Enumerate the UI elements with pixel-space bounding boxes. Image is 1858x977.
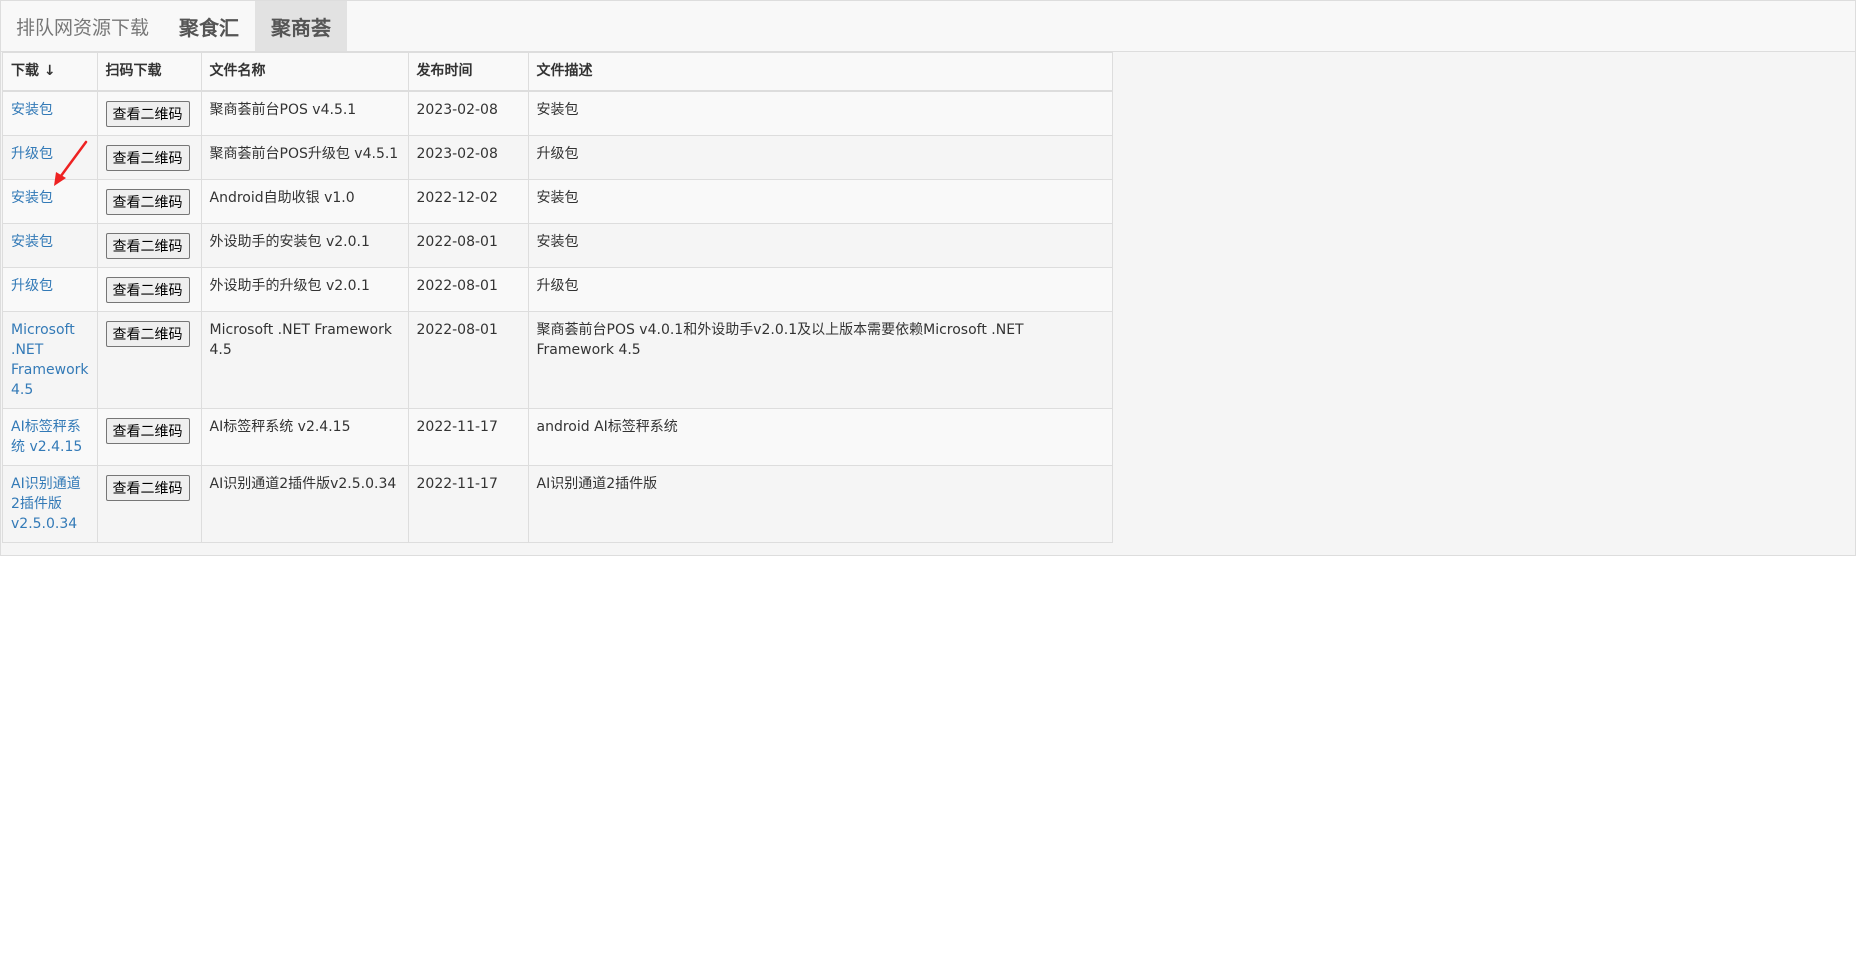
- cell-date: 2023-02-08: [407, 90, 529, 136]
- download-link[interactable]: Microsoft .NET Framework 4.5: [11, 322, 89, 398]
- header-download[interactable]: 下载 ↓: [2, 52, 98, 92]
- view-qr-button[interactable]: 查看二维码: [105, 474, 190, 501]
- cell-name: AI标签秤系统 v2.4.15: [200, 407, 409, 466]
- view-qr-button[interactable]: 查看二维码: [105, 100, 190, 127]
- cell-date: 2022-08-01: [407, 266, 529, 312]
- cell-date: 2022-12-02: [407, 178, 529, 224]
- header-name: 文件名称: [200, 52, 409, 92]
- cell-date: 2022-11-17: [407, 407, 529, 466]
- cell-qr: 查看二维码: [96, 464, 202, 543]
- cell-download: 升级包: [2, 266, 98, 312]
- cell-name: 聚商荟前台POS v4.5.1: [200, 90, 409, 136]
- download-link[interactable]: 升级包: [11, 146, 53, 162]
- cell-qr: 查看二维码: [96, 178, 202, 224]
- cell-desc: 升级包: [527, 266, 1113, 312]
- cell-download: 安装包: [2, 178, 98, 224]
- top-navbar: 排队网资源下载 聚食汇 聚商荟: [1, 1, 1855, 52]
- view-qr-button[interactable]: 查看二维码: [105, 417, 190, 444]
- cell-qr: 查看二维码: [96, 310, 202, 409]
- cell-date: 2022-08-01: [407, 222, 529, 268]
- download-link[interactable]: 安装包: [11, 190, 53, 206]
- cell-download: 升级包: [2, 134, 98, 180]
- cell-desc: 安装包: [527, 90, 1113, 136]
- download-link[interactable]: AI识别通道2插件版v2.5.0.34: [11, 476, 81, 532]
- cell-name: Android自助收银 v1.0: [200, 178, 409, 224]
- view-qr-button[interactable]: 查看二维码: [105, 276, 190, 303]
- view-qr-button[interactable]: 查看二维码: [105, 188, 190, 215]
- table-row: AI标签秤系统 v2.4.15 查看二维码 AI标签秤系统 v2.4.15 20…: [2, 407, 1113, 466]
- cell-qr: 查看二维码: [96, 90, 202, 136]
- nav-item-jushihui[interactable]: 聚食汇: [163, 1, 255, 51]
- cell-qr: 查看二维码: [96, 266, 202, 312]
- cell-name: 聚商荟前台POS升级包 v4.5.1: [200, 134, 409, 180]
- view-qr-button[interactable]: 查看二维码: [105, 144, 190, 171]
- cell-name: AI识别通道2插件版v2.5.0.34: [200, 464, 409, 543]
- table-row: 安装包 查看二维码 Android自助收银 v1.0 2022-12-02 安装…: [2, 178, 1113, 224]
- cell-date: 2022-08-01: [407, 310, 529, 409]
- cell-desc: 聚商荟前台POS v4.0.1和外设助手v2.0.1及以上版本需要依赖Micro…: [527, 310, 1113, 409]
- cell-name: 外设助手的升级包 v2.0.1: [200, 266, 409, 312]
- cell-qr: 查看二维码: [96, 134, 202, 180]
- header-desc: 文件描述: [527, 52, 1113, 92]
- table-row: Microsoft .NET Framework 4.5 查看二维码 Micro…: [2, 310, 1113, 409]
- cell-download: AI标签秤系统 v2.4.15: [2, 407, 98, 466]
- cell-desc: 安装包: [527, 178, 1113, 224]
- table-row: 升级包 查看二维码 聚商荟前台POS升级包 v4.5.1 2023-02-08 …: [2, 134, 1113, 180]
- cell-download: Microsoft .NET Framework 4.5: [2, 310, 98, 409]
- view-qr-button[interactable]: 查看二维码: [105, 232, 190, 259]
- download-link[interactable]: 升级包: [11, 278, 53, 294]
- cell-download: 安装包: [2, 90, 98, 136]
- cell-qr: 查看二维码: [96, 222, 202, 268]
- cell-date: 2023-02-08: [407, 134, 529, 180]
- cell-desc: AI识别通道2插件版: [527, 464, 1113, 543]
- download-link[interactable]: 安装包: [11, 234, 53, 250]
- header-qr: 扫码下载: [96, 52, 202, 92]
- cell-download: AI识别通道2插件版v2.5.0.34: [2, 464, 98, 543]
- cell-download: 安装包: [2, 222, 98, 268]
- download-link[interactable]: AI标签秤系统 v2.4.15: [11, 419, 82, 455]
- table-header-row: 下载 ↓ 扫码下载 文件名称 发布时间 文件描述: [2, 52, 1113, 92]
- page: 排队网资源下载 聚食汇 聚商荟 下载 ↓ 扫码下载 文件名称 发布时间 文件描述…: [0, 0, 1858, 977]
- nav-item-jushanghui[interactable]: 聚商荟: [255, 1, 348, 51]
- table-row: 安装包 查看二维码 外设助手的安装包 v2.0.1 2022-08-01 安装包: [2, 222, 1113, 268]
- view-qr-button[interactable]: 查看二维码: [105, 320, 190, 347]
- files-table: 下载 ↓ 扫码下载 文件名称 发布时间 文件描述 安装包 查看二维码 聚商荟前台…: [2, 52, 1113, 543]
- cell-desc: 安装包: [527, 222, 1113, 268]
- cell-desc: 升级包: [527, 134, 1113, 180]
- download-link[interactable]: 安装包: [11, 102, 53, 118]
- nav-brand[interactable]: 排队网资源下载: [1, 1, 163, 51]
- cell-name: Microsoft .NET Framework 4.5: [200, 310, 409, 409]
- table-row: 升级包 查看二维码 外设助手的升级包 v2.0.1 2022-08-01 升级包: [2, 266, 1113, 312]
- cell-qr: 查看二维码: [96, 407, 202, 466]
- cell-name: 外设助手的安装包 v2.0.1: [200, 222, 409, 268]
- table-row: 安装包 查看二维码 聚商荟前台POS v4.5.1 2023-02-08 安装包: [2, 90, 1113, 136]
- cell-desc: android AI标签秤系统: [527, 407, 1113, 466]
- cell-date: 2022-11-17: [407, 464, 529, 543]
- table-row: AI识别通道2插件版v2.5.0.34 查看二维码 AI识别通道2插件版v2.5…: [2, 464, 1113, 543]
- header-date: 发布时间: [407, 52, 529, 92]
